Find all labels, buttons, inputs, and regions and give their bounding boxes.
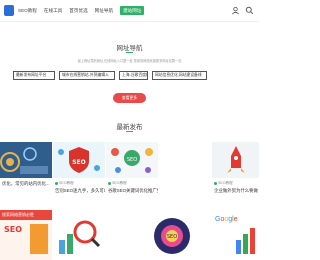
- article-card[interactable]: SEO 搜索网络营销必胜: [0, 210, 52, 260]
- nav-online-tools[interactable]: 在线工具: [44, 6, 62, 15]
- svg-text:SEO: SEO: [72, 159, 86, 166]
- svg-text:SEO: SEO: [167, 234, 177, 240]
- category-label: SEO教程: [59, 181, 74, 185]
- hero-subtitle: 最上网址导航网址,在线网址入口整一处,常用常网络资源更多网址站群一站: [77, 59, 182, 63]
- section-underline: [126, 131, 133, 132]
- article-card[interactable]: SEO: [150, 210, 195, 260]
- article-thumbnail: SEO: [53, 142, 105, 178]
- article-card[interactable]: [53, 210, 105, 260]
- nav-directory[interactable]: 网址导航: [95, 6, 113, 15]
- title-underline: [126, 52, 133, 53]
- svg-text:SEO: SEO: [4, 225, 22, 234]
- user-icon[interactable]: [231, 6, 240, 15]
- article-title[interactable]: 企业做外贸为什么要做: [214, 188, 259, 194]
- site-logo[interactable]: [4, 5, 14, 16]
- search-icon[interactable]: [245, 6, 254, 15]
- article-category: SEO教程: [108, 181, 158, 186]
- hero-tag[interactable]: 城市在线营销站-外贸编辑入: [59, 71, 115, 80]
- article-thumbnail: SEO: [106, 142, 158, 178]
- header: SEO教程 在线工具 首页优选 网址导航 建站网址: [0, 0, 259, 22]
- article-thumbnail: [212, 142, 259, 178]
- article-card[interactable]: SEO SEO教程 告别SEO迷九手，多久可以入门: [53, 142, 105, 202]
- hero-title: 网址导航: [116, 45, 143, 52]
- article-card[interactable]: 优化，常见的站内优化...: [0, 142, 52, 202]
- hero-tag[interactable]: 最新发布网址平台: [13, 71, 55, 80]
- card-label: 搜索网络营销必胜: [2, 212, 34, 217]
- google-letter: e: [233, 216, 238, 223]
- main-nav: SEO教程 在线工具 首页优选 网址导航 建站网址: [18, 6, 151, 15]
- article-title[interactable]: 优化，常见的站内优化...: [2, 181, 52, 187]
- article-thumbnail: [0, 142, 52, 178]
- nav-build-site[interactable]: 建站网址: [120, 6, 145, 15]
- nav-seo-tutorial[interactable]: SEO教程: [18, 6, 37, 15]
- hero-tag[interactable]: 网站信息优化,网站建设备线: [152, 71, 207, 80]
- article-card[interactable]: SEO SEO教程 谷歌SEO关键词优化推广免每个网站...: [106, 142, 158, 202]
- section-title: 最新发布: [116, 124, 143, 131]
- article-title[interactable]: 谷歌SEO关键词优化推广免每个网站...: [108, 188, 158, 194]
- article-category: SEO教程: [55, 181, 105, 186]
- article-card[interactable]: Google: [212, 210, 259, 260]
- category-label: SEO教程: [112, 181, 127, 185]
- google-label: Google: [215, 216, 238, 223]
- category-label: SEO教程: [218, 181, 233, 185]
- view-more-button[interactable]: 查看更多: [113, 93, 146, 103]
- hero-banner: 网址导航 最上网址导航网址,在线网址入口整一处,常用常网络资源更多网址站群一站 …: [0, 22, 259, 114]
- nav-featured[interactable]: 首页优选: [69, 6, 87, 15]
- article-card[interactable]: SEO教程 企业做外贸为什么要做: [212, 142, 259, 202]
- hero-tag[interactable]: 上海-谷歌百度框-上海推门: [119, 71, 148, 80]
- category-dot: [214, 181, 217, 185]
- category-dot: [55, 181, 58, 185]
- svg-text:SEO: SEO: [127, 157, 137, 163]
- category-dot: [108, 181, 111, 185]
- article-category: SEO教程: [214, 181, 259, 186]
- article-title[interactable]: 告别SEO迷九手，多久可以入门: [55, 188, 105, 194]
